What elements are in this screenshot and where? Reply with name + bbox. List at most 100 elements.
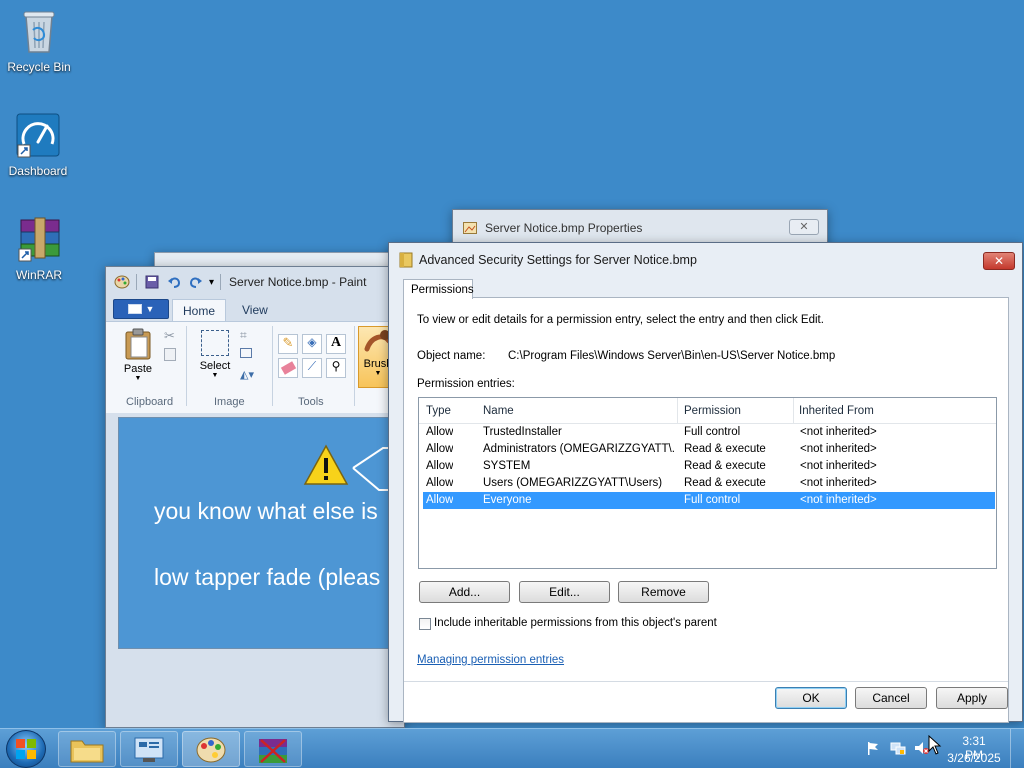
column-header-name[interactable]: Name (483, 405, 514, 417)
desktop-icon-winrar[interactable]: WinRAR (1, 216, 77, 282)
paint-canvas[interactable]: you know what else is low tapper fade (p… (118, 417, 408, 649)
chevron-down-icon: ▼ (211, 372, 219, 379)
desktop-icon-label: Recycle Bin (7, 60, 71, 74)
include-inheritable-checkbox[interactable] (419, 618, 431, 630)
show-desktop-button[interactable] (1010, 729, 1024, 768)
crop-icon[interactable]: ⌗ (240, 328, 247, 343)
row-permission: Read & execute (684, 443, 766, 455)
instructions-text: To view or edit details for a permission… (417, 314, 824, 326)
advanced-title-bar[interactable]: Advanced Security Settings for Server No… (389, 243, 1022, 277)
image-file-icon (463, 222, 477, 234)
row-inherited: <not inherited> (800, 494, 877, 506)
close-icon: ✕ (993, 254, 1005, 268)
undo-icon[interactable] (167, 275, 181, 289)
permission-entries-label: Permission entries: (417, 378, 515, 390)
start-button[interactable] (6, 730, 46, 768)
list-header: Type Name Permission Inherited From (419, 398, 996, 424)
select-label: Select (199, 360, 231, 372)
group-label-tools: Tools (298, 396, 324, 408)
tab-view[interactable]: View (232, 299, 278, 321)
cut-icon[interactable]: ✂ (164, 328, 175, 344)
paste-button[interactable]: Paste ▼ (118, 328, 158, 386)
row-inherited: <not inherited> (800, 443, 877, 455)
redo-icon[interactable] (189, 275, 203, 289)
table-row[interactable]: Allow TrustedInstaller Full control <not… (423, 424, 995, 441)
cancel-button[interactable]: Cancel (855, 687, 927, 709)
color-picker-icon[interactable]: ⟋ (302, 358, 322, 378)
group-label-image: Image (214, 396, 245, 408)
canvas-text-line-2: low tapper fade (pleas (154, 564, 381, 590)
winrar-icon (259, 739, 287, 763)
row-type: Allow (426, 460, 454, 472)
network-icon[interactable] (890, 741, 906, 755)
table-row-selected[interactable]: Allow Everyone Full control <not inherit… (423, 492, 995, 509)
row-permission: Read & execute (684, 460, 766, 472)
object-name-label: Object name: (417, 350, 486, 362)
paint-app-icon[interactable] (114, 275, 130, 289)
column-header-type[interactable]: Type (426, 405, 451, 417)
remove-button[interactable]: Remove (618, 581, 709, 603)
row-type: Allow (426, 477, 454, 489)
advanced-window-title: Advanced Security Settings for Server No… (419, 253, 697, 267)
table-row[interactable]: Allow Users (OMEGARIZZGYATT\Users) Read … (423, 475, 995, 492)
row-permission: Read & execute (684, 477, 766, 489)
row-name: Administrators (OMEGARIZZGYATT\... (483, 443, 675, 455)
paint-menu-button[interactable]: ▼ (113, 299, 169, 319)
flag-icon[interactable] (866, 741, 880, 755)
apply-button[interactable]: Apply (936, 687, 1008, 709)
close-button[interactable]: ✕ (983, 252, 1015, 270)
quick-access-dropdown-icon[interactable]: ▾ (209, 277, 214, 288)
column-header-inherited-from[interactable]: Inherited From (799, 405, 874, 417)
managing-permissions-link[interactable]: Managing permission entries (417, 654, 564, 666)
close-button[interactable]: ✕ (789, 219, 819, 235)
tab-permissions[interactable]: Permissions (403, 279, 474, 299)
taskbar-server-manager[interactable] (120, 731, 178, 767)
table-row[interactable]: Allow SYSTEM Read & execute <not inherit… (423, 458, 995, 475)
permission-entries-list[interactable]: Type Name Permission Inherited From Allo… (418, 397, 997, 569)
tab-permissions-label: Permissions (411, 284, 474, 296)
clock-date[interactable]: 3/26/2025 (946, 751, 1002, 765)
taskbar-explorer[interactable] (58, 731, 116, 767)
row-type: Allow (426, 443, 454, 455)
paint-title-bar[interactable]: ▾ Server Notice.bmp - Paint (106, 267, 406, 297)
paint-ribbon: Paste ▼ ✂ Select ▼ ⌗ ◭▾ ✎ ◈ A ⟋ ⚲ Brush … (106, 321, 406, 413)
properties-title-bar[interactable]: Server Notice.bmp Properties (453, 210, 827, 246)
properties-window-title: Server Notice.bmp Properties (485, 221, 643, 235)
folder-icon (70, 740, 104, 763)
clipboard-icon (125, 328, 151, 360)
canvas-text-line-1: you know what else is (154, 498, 378, 524)
include-inheritable-label[interactable]: Include inheritable permissions from thi… (434, 617, 717, 629)
taskbar-winrar[interactable] (244, 731, 302, 767)
text-icon[interactable]: A (326, 334, 346, 354)
mouse-cursor-icon (928, 734, 942, 755)
edit-button[interactable]: Edit... (519, 581, 610, 603)
permissions-panel: To view or edit details for a permission… (403, 297, 1009, 723)
row-permission: Full control (684, 426, 741, 438)
copy-icon[interactable] (164, 348, 176, 361)
eraser-icon[interactable] (278, 358, 298, 378)
ok-button[interactable]: OK (775, 687, 847, 709)
paint-window[interactable]: ▾ Server Notice.bmp - Paint ▼ Home View … (105, 266, 408, 728)
column-header-permission[interactable]: Permission (684, 405, 741, 417)
fill-icon[interactable]: ◈ (302, 334, 322, 354)
row-name: Users (OMEGARIZZGYATT\Users) (483, 477, 663, 489)
pencil-icon[interactable]: ✎ (278, 334, 298, 354)
select-button[interactable]: Select ▼ (198, 328, 232, 386)
save-icon[interactable] (145, 275, 159, 289)
add-button[interactable]: Add... (419, 581, 510, 603)
rotate-icon[interactable]: ◭▾ (240, 368, 254, 381)
row-name: SYSTEM (483, 460, 531, 472)
advanced-security-window[interactable]: Advanced Security Settings for Server No… (388, 242, 1023, 723)
tab-home[interactable]: Home (172, 299, 227, 321)
server-manager-icon (134, 737, 164, 762)
row-inherited: <not inherited> (800, 426, 877, 438)
row-type: Allow (426, 494, 454, 506)
object-name-value: C:\Program Files\Windows Server\Bin\en-U… (508, 350, 836, 362)
dashboard-icon (16, 112, 60, 160)
taskbar-paint[interactable] (182, 731, 240, 767)
table-row[interactable]: Allow Administrators (OMEGARIZZGYATT\...… (423, 441, 995, 458)
resize-icon[interactable] (240, 348, 252, 358)
desktop-icon-dashboard[interactable]: Dashboard (0, 112, 76, 178)
desktop-icon-recycle-bin[interactable]: Recycle Bin (1, 8, 77, 74)
magnifier-icon[interactable]: ⚲ (326, 358, 346, 378)
